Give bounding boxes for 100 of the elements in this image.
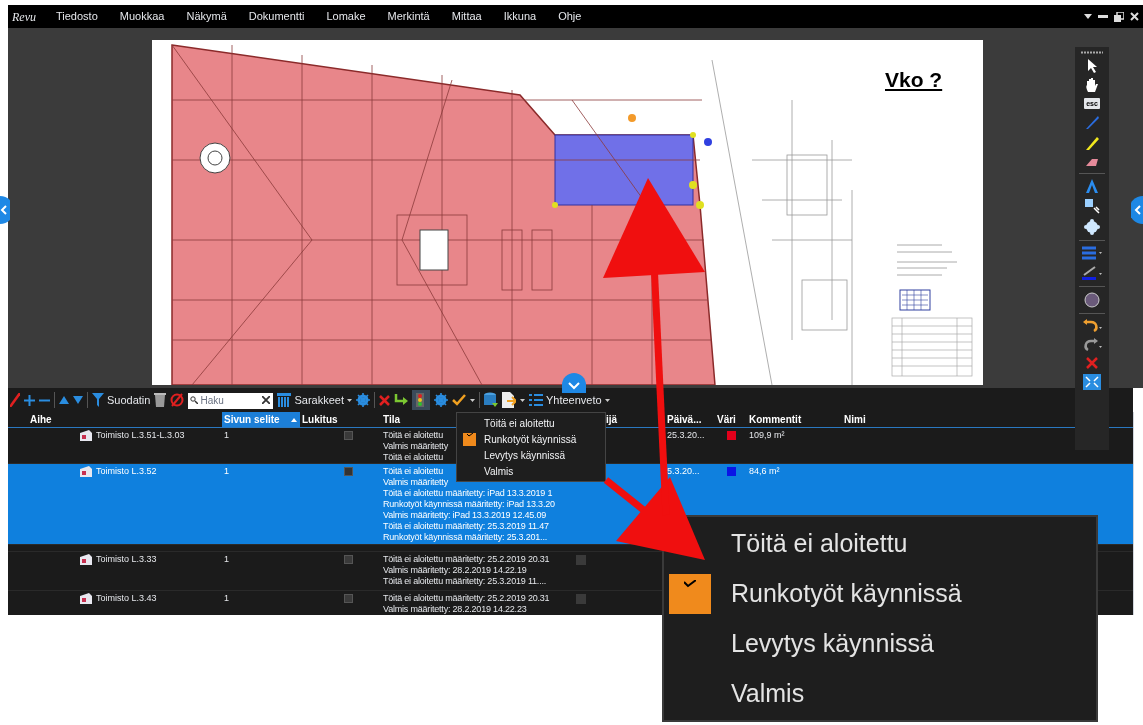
checkbox[interactable] bbox=[576, 555, 586, 565]
column-header[interactable]: Nimi bbox=[840, 412, 960, 427]
table-cell: Toimisto L.3.51-L.3.03 bbox=[96, 430, 185, 441]
menu-item[interactable]: Runkotyöt käynnissä bbox=[457, 431, 605, 447]
trash-icon[interactable] bbox=[154, 393, 167, 407]
area-markup-icon bbox=[80, 554, 92, 565]
column-header[interactable]: Lukitus bbox=[300, 412, 380, 427]
eraser-icon[interactable] bbox=[1084, 156, 1100, 168]
menu-item[interactable]: Merkintä bbox=[387, 8, 430, 25]
search-field[interactable]: Haku bbox=[188, 392, 274, 409]
expand-handle-icon[interactable] bbox=[0, 196, 10, 224]
delete-icon[interactable] bbox=[378, 394, 390, 406]
undo-icon[interactable] bbox=[1082, 319, 1102, 333]
table-cell: Töitä ei aloitettu määritetty: 25.2.2019 20.31 bbox=[383, 554, 550, 565]
caret-icon bbox=[346, 398, 352, 402]
check-icon bbox=[466, 432, 473, 437]
table-cell: Runkotyöt käynnissä määritetty: 25.3.201... bbox=[383, 532, 547, 543]
move-down-icon[interactable] bbox=[73, 396, 83, 404]
summary-button[interactable]: Yhteenveto bbox=[528, 391, 610, 409]
clear-filter-icon[interactable] bbox=[170, 393, 185, 407]
pen-icon[interactable] bbox=[1084, 114, 1100, 130]
filter-icon bbox=[92, 393, 104, 407]
grip-icon[interactable] bbox=[1081, 51, 1103, 54]
line-style-icon[interactable] bbox=[1082, 246, 1102, 260]
export-icon[interactable] bbox=[501, 392, 516, 408]
reply-arrow-icon[interactable] bbox=[393, 394, 408, 406]
table-cell: 25.3.20... bbox=[667, 430, 705, 440]
menu-item[interactable]: Dokumentti bbox=[248, 8, 305, 25]
area-markup-icon bbox=[80, 466, 92, 477]
fit-page-icon[interactable] bbox=[1083, 374, 1101, 390]
filter-button[interactable]: Suodatin bbox=[92, 391, 151, 409]
plus-icon[interactable] bbox=[24, 394, 35, 406]
dropdown-icon[interactable] bbox=[1084, 13, 1092, 20]
table-cell: 109,9 m² bbox=[749, 430, 785, 440]
lock-checkbox[interactable] bbox=[343, 594, 353, 603]
menu-item[interactable]: Tiedosto bbox=[56, 8, 98, 25]
expand-handle-icon[interactable] bbox=[1131, 196, 1143, 224]
menu-item[interactable]: Ohje bbox=[558, 8, 582, 25]
menu-item[interactable]: Töitä ei aloitettu bbox=[457, 415, 605, 431]
lock-checkbox[interactable] bbox=[343, 467, 353, 476]
menu-item[interactable]: Mittaa bbox=[451, 8, 482, 25]
menu-item[interactable]: Lomake bbox=[326, 8, 366, 25]
column-header[interactable]: Väri bbox=[715, 412, 745, 427]
gear-icon[interactable] bbox=[355, 393, 370, 407]
table-cell: Runkotyöt käynnissä määritetty: iPad 13.3.20 bbox=[383, 499, 555, 510]
table-cell: 1 bbox=[224, 466, 229, 476]
lock-checkbox[interactable] bbox=[343, 431, 353, 440]
menu-item[interactable]: Levytys käynnissä bbox=[457, 447, 605, 463]
table-cell: Töitä ei aloitettu bbox=[383, 430, 443, 441]
table-cell: Valmis määritetty bbox=[383, 477, 448, 488]
caret-icon[interactable] bbox=[519, 398, 525, 402]
hand-icon[interactable] bbox=[1085, 78, 1099, 93]
menu-item[interactable]: Näkymä bbox=[186, 8, 227, 25]
collapse-panel-icon[interactable] bbox=[562, 373, 586, 393]
table-cell: Toimisto L.3.52 bbox=[96, 466, 157, 477]
lock-checkbox[interactable] bbox=[343, 555, 353, 564]
pen-icon[interactable] bbox=[10, 393, 20, 407]
table-cell: Töitä ei aloitettu määritetty: 25.3.2019 11.47 bbox=[383, 521, 549, 532]
table-cell: Töitä ei aloitettu määritetty: iPad 13.3.2019 1 bbox=[383, 488, 553, 499]
line-color-icon[interactable] bbox=[1082, 265, 1102, 281]
cursor-icon[interactable] bbox=[1087, 59, 1097, 73]
menu-item[interactable]: Ikkuna bbox=[503, 8, 537, 25]
column-header[interactable]: Sivun selite bbox=[222, 412, 300, 427]
table-cell: 1 bbox=[224, 593, 229, 603]
menu-item[interactable]: Muokkaa bbox=[119, 8, 165, 25]
highlighter-icon[interactable] bbox=[1084, 135, 1100, 151]
table-cell: 84,6 m² bbox=[749, 466, 780, 476]
database-icon[interactable] bbox=[483, 392, 498, 408]
menu-item[interactable]: Valmis bbox=[731, 674, 805, 713]
area-markup-icon bbox=[80, 593, 92, 604]
checkbox[interactable] bbox=[576, 594, 586, 604]
column-header[interactable]: Aihe bbox=[8, 412, 222, 427]
move-up-icon[interactable] bbox=[59, 396, 69, 404]
restore-icon[interactable] bbox=[1114, 11, 1124, 22]
list-icon bbox=[528, 394, 543, 406]
table-cell: Töitä ei aloitettu bbox=[383, 452, 443, 463]
status-icon[interactable] bbox=[411, 390, 430, 410]
clear-icon[interactable] bbox=[262, 396, 271, 404]
table-cell: Valmis määritetty: iPad 13.3.2019 12.45.09 bbox=[383, 510, 547, 521]
area-markup-icon bbox=[80, 430, 92, 441]
caret-icon bbox=[604, 398, 610, 402]
table-cell: Töitä ei aloitettu bbox=[383, 466, 443, 477]
column-header[interactable]: Kommentit bbox=[745, 412, 840, 427]
shapes-icon[interactable] bbox=[1084, 198, 1100, 214]
redo-icon[interactable] bbox=[1082, 338, 1102, 352]
table-cell: 1 bbox=[224, 430, 229, 440]
minimize-icon[interactable] bbox=[1098, 14, 1108, 19]
text-tool-icon[interactable] bbox=[1085, 179, 1099, 193]
table-cell: 1 bbox=[224, 554, 229, 564]
gear-icon[interactable] bbox=[433, 393, 448, 407]
menu-item[interactable]: Levytys käynnissä bbox=[731, 624, 934, 663]
menu-item[interactable]: Valmis bbox=[457, 463, 605, 479]
table-cell: Valmis määritetty bbox=[383, 441, 448, 452]
table-cell: Toimisto L.3.33 bbox=[96, 554, 157, 565]
table-cell: Valmis määritetty: 28.2.2019 14.22.23 bbox=[383, 604, 527, 615]
drawing-title: Vko ? bbox=[885, 67, 943, 93]
check-icon[interactable] bbox=[451, 394, 466, 406]
caret-icon[interactable] bbox=[469, 398, 475, 402]
columns-button[interactable]: Sarakkeet bbox=[277, 391, 352, 409]
column-header[interactable]: Päivä... bbox=[665, 412, 715, 427]
